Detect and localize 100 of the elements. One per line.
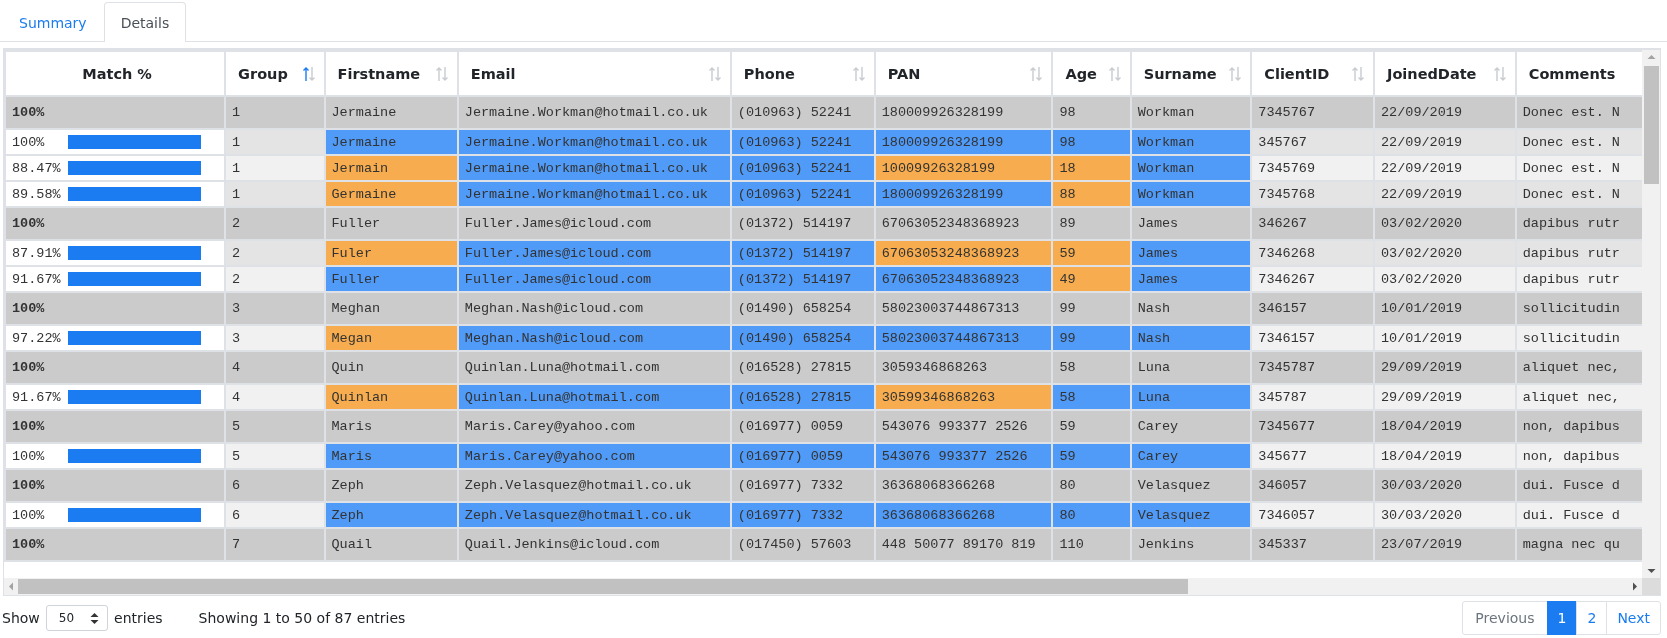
column-header[interactable]: Group <box>226 52 324 95</box>
table-cell: 7345769 <box>1252 156 1373 180</box>
page-button[interactable]: Previous <box>1462 601 1548 635</box>
table-cell: sollicitudin <box>1516 293 1642 324</box>
table-cell: 10/01/2019 <box>1375 293 1515 324</box>
scrollbar-thumb[interactable] <box>1643 66 1659 184</box>
column-title: Email <box>470 65 516 82</box>
column-title: Phone <box>743 65 795 82</box>
table-cell: (017450) 57603 <box>731 529 874 560</box>
match-percent: 100% <box>12 419 46 434</box>
match-percent: 100% <box>12 134 46 150</box>
table-cell: (016528) 27815 <box>731 352 874 383</box>
table-cell: (016977) 0059 <box>731 411 874 442</box>
page-button[interactable]: Next <box>1606 601 1661 635</box>
matched-cell: (010963) 52241 <box>731 156 874 180</box>
sort-icon[interactable] <box>1029 65 1044 82</box>
column-header[interactable]: ClientID <box>1252 52 1373 95</box>
mismatch-cell: 30599346868263 <box>875 385 1052 409</box>
show-label: Show <box>2 610 40 626</box>
column-header[interactable]: Surname <box>1131 52 1251 95</box>
tab[interactable]: Summary <box>2 2 104 42</box>
column-header[interactable]: Firstname <box>325 52 457 95</box>
matched-cell: (010963) 52241 <box>731 182 874 206</box>
table-cell: Donec est. N <box>1516 130 1642 154</box>
matched-cell: 58023003744867313 <box>875 326 1052 350</box>
table-cell: sollicitudin <box>1516 326 1642 350</box>
table-cell: 4 <box>226 352 324 383</box>
column-header[interactable]: JoinedDate <box>1375 52 1515 95</box>
table-cell: 346157 <box>1252 293 1373 324</box>
table-cell: 03/02/2020 <box>1375 267 1515 291</box>
column-header[interactable]: Phone <box>731 52 874 95</box>
column-title: ClientID <box>1264 65 1330 82</box>
table-cell: 18/04/2019 <box>1375 411 1515 442</box>
match-percent: 100% <box>12 537 46 552</box>
sort-icon[interactable] <box>301 65 316 82</box>
column-header[interactable]: Email <box>458 52 730 95</box>
sort-icon[interactable] <box>1228 65 1243 82</box>
page-size-select[interactable]: 50 <box>45 605 109 631</box>
table-cell: 110 <box>1053 529 1130 560</box>
table-cell: 1 <box>226 97 324 128</box>
mismatch-cell: Quinlan <box>325 385 457 409</box>
tab[interactable]: Details <box>103 2 187 42</box>
matched-cell: Fuller.James@icloud.com <box>458 267 730 291</box>
page-button[interactable]: 2 <box>1576 601 1608 635</box>
sort-icon[interactable] <box>851 65 866 82</box>
column-header[interactable]: Age <box>1053 52 1130 95</box>
table-cell: 3059346868263 <box>875 352 1052 383</box>
table-cell: 7 <box>226 529 324 560</box>
table-cell: Jenkins <box>1131 529 1251 560</box>
column-header[interactable]: Comments <box>1516 52 1642 95</box>
matched-cell: Maris.Carey@yahoo.com <box>458 444 730 468</box>
sort-icon[interactable] <box>707 65 722 82</box>
matched-cell: Jermaine <box>325 130 457 154</box>
table-cell: 7345787 <box>1252 352 1373 383</box>
mismatch-cell: Fuler <box>325 241 457 265</box>
matched-cell: Jermaine.Workman@hotmail.co.uk <box>458 130 730 154</box>
table-cell: 4 <box>226 385 324 409</box>
table-cell: 1 <box>226 130 324 154</box>
sort-icon[interactable] <box>1351 65 1365 82</box>
mismatch-cell: 88 <box>1053 182 1130 206</box>
matched-cell: Fuller <box>325 267 457 291</box>
matched-cell: (010963) 52241 <box>731 130 874 154</box>
table-cell: 180009926328199 <box>875 97 1052 128</box>
table-cell: 345677 <box>1252 444 1373 468</box>
sort-icon[interactable] <box>1107 65 1122 82</box>
column-title: Group <box>238 65 288 82</box>
table-cell: 3 <box>226 293 324 324</box>
mismatch-cell: Jermain <box>325 156 457 180</box>
matched-cell: 59 <box>1053 444 1130 468</box>
column-title: Surname <box>1143 65 1217 82</box>
match-percent: 100% <box>12 301 46 316</box>
table-cell: 36368068366268 <box>875 470 1052 501</box>
mismatch-cell: 49 <box>1053 267 1130 291</box>
matched-cell: 98 <box>1053 130 1130 154</box>
match-percent: 89.58% <box>12 186 62 202</box>
match-percent: 100% <box>12 448 46 464</box>
table-cell: 346267 <box>1252 208 1373 239</box>
table-cell: 346057 <box>1252 470 1373 501</box>
sort-icon[interactable] <box>434 65 449 82</box>
mismatch-cell: Megan <box>325 326 457 350</box>
table-cell: Luna <box>1131 352 1251 383</box>
column-title: JoinedDate <box>1387 65 1477 82</box>
vertical-scrollbar[interactable] <box>1642 50 1660 578</box>
scrollbar-thumb[interactable] <box>18 579 1188 594</box>
matched-cell: 67063052348368923 <box>875 267 1052 291</box>
column-title: Age <box>1065 65 1097 82</box>
mismatch-cell: 59 <box>1053 241 1130 265</box>
table-cell: 7346267 <box>1252 267 1373 291</box>
table-cell: 58 <box>1053 352 1130 383</box>
matched-cell: 180009926328199 <box>875 182 1052 206</box>
table-cell: 7346057 <box>1252 503 1373 527</box>
column-header[interactable]: PAN <box>875 52 1052 95</box>
table-cell: Fuller <box>325 208 457 239</box>
matched-cell: Luna <box>1131 385 1251 409</box>
table-cell: Maris <box>325 411 457 442</box>
matched-cell: Nash <box>1131 326 1251 350</box>
column-header[interactable]: Match % <box>6 52 225 95</box>
horizontal-scrollbar[interactable] <box>4 578 1642 595</box>
table-cell: non, dapibus <box>1516 444 1642 468</box>
sort-icon[interactable] <box>1492 65 1507 82</box>
